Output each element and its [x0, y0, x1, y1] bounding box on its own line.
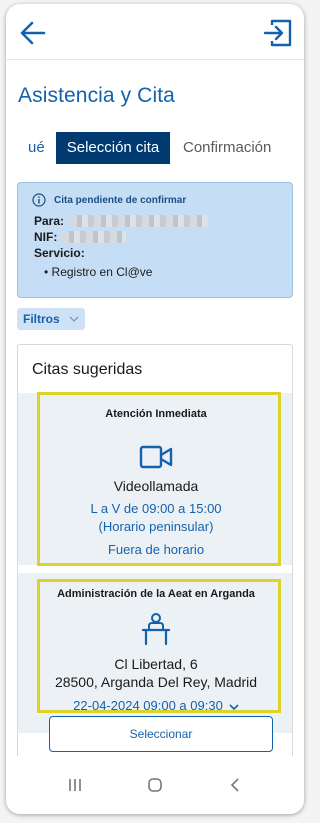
phone-screen: Asistencia y Cita ué Selección cita Conf…: [6, 4, 304, 814]
suggested-appointments-panel: Citas sugeridas Atención Inmediata Video…: [17, 344, 293, 774]
nif-label: NIF:: [34, 230, 58, 244]
step-next[interactable]: Confirmación: [183, 139, 271, 156]
system-nav-bar: [6, 756, 304, 814]
select-button[interactable]: Seleccionar: [49, 716, 273, 752]
filters-dropdown[interactable]: Filtros: [17, 308, 85, 330]
home-icon[interactable]: [144, 774, 166, 796]
service-item: • Registro en Cl@ve: [44, 265, 153, 279]
logout-icon[interactable]: [262, 17, 294, 49]
redacted-name: [70, 215, 208, 227]
redacted-nif: [62, 231, 126, 243]
arrow-left-icon[interactable]: [18, 18, 48, 48]
step-active: Selección cita: [56, 132, 170, 164]
chevron-down-icon: [69, 316, 79, 322]
back-nav-icon[interactable]: [225, 774, 247, 796]
step-indicator: ué Selección cita Confirmación: [6, 132, 304, 164]
page-title: Asistencia y Cita: [18, 84, 175, 107]
step-previous[interactable]: ué: [28, 139, 45, 156]
recent-apps-icon[interactable]: [64, 774, 86, 796]
top-bar: [6, 4, 304, 60]
para-label: Para:: [34, 214, 65, 228]
suggested-title: Citas sugeridas: [32, 361, 143, 378]
info-icon: [32, 193, 46, 207]
highlight-frame: [37, 579, 281, 713]
highlight-frame: [37, 392, 281, 566]
pending-appointment-notice: Cita pendiente de confirmar Para: NIF: S…: [17, 182, 293, 298]
servicio-label: Servicio:: [34, 246, 85, 260]
notice-heading: Cita pendiente de confirmar: [54, 195, 187, 206]
filters-label: Filtros: [23, 312, 60, 326]
